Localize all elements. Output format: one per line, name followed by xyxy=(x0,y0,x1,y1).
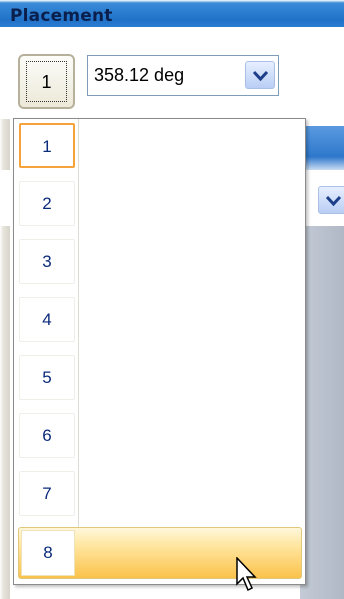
dropdown-item-cell: 8 xyxy=(21,530,75,576)
section-dropdown-button[interactable] xyxy=(318,186,344,214)
angle-dropdown-button[interactable] xyxy=(245,61,275,89)
panel-title: Placement xyxy=(10,6,113,26)
number-selector-label: 1 xyxy=(41,72,52,92)
panel-header: Placement xyxy=(0,0,344,27)
dropdown-item-label: 5 xyxy=(42,368,52,387)
number-dropdown-list: 1 2 3 4 5 6 7 8 xyxy=(13,118,306,585)
mouse-pointer-icon xyxy=(236,557,257,592)
angle-value: 358.12 deg xyxy=(94,65,185,85)
angle-combobox[interactable]: 358.12 deg xyxy=(87,55,279,96)
placement-panel: Placement 1 358.12 deg 1 2 3 4 5 6 7 8 xyxy=(0,0,344,599)
dropdown-item-7[interactable]: 7 xyxy=(19,471,75,516)
chevron-down-icon xyxy=(252,70,269,82)
background-area xyxy=(300,226,344,599)
dropdown-item-1[interactable]: 1 xyxy=(19,123,75,168)
dropdown-item-4[interactable]: 4 xyxy=(19,297,75,342)
dropdown-item-label: 6 xyxy=(42,426,52,445)
dropdown-item-label: 2 xyxy=(42,194,52,213)
dropdown-item-6[interactable]: 6 xyxy=(19,413,75,458)
list-divider xyxy=(78,119,79,527)
dropdown-item-5[interactable]: 5 xyxy=(19,355,75,400)
chevron-down-icon xyxy=(325,195,342,207)
number-selector-button[interactable]: 1 xyxy=(18,54,75,109)
dropdown-item-3[interactable]: 3 xyxy=(19,239,75,284)
dropdown-item-label: 1 xyxy=(42,137,52,156)
dropdown-item-label: 3 xyxy=(42,252,52,271)
dropdown-item-2[interactable]: 2 xyxy=(19,181,75,226)
dropdown-item-label: 8 xyxy=(43,543,53,562)
dropdown-item-label: 4 xyxy=(42,310,52,329)
dropdown-item-label: 7 xyxy=(42,484,52,503)
